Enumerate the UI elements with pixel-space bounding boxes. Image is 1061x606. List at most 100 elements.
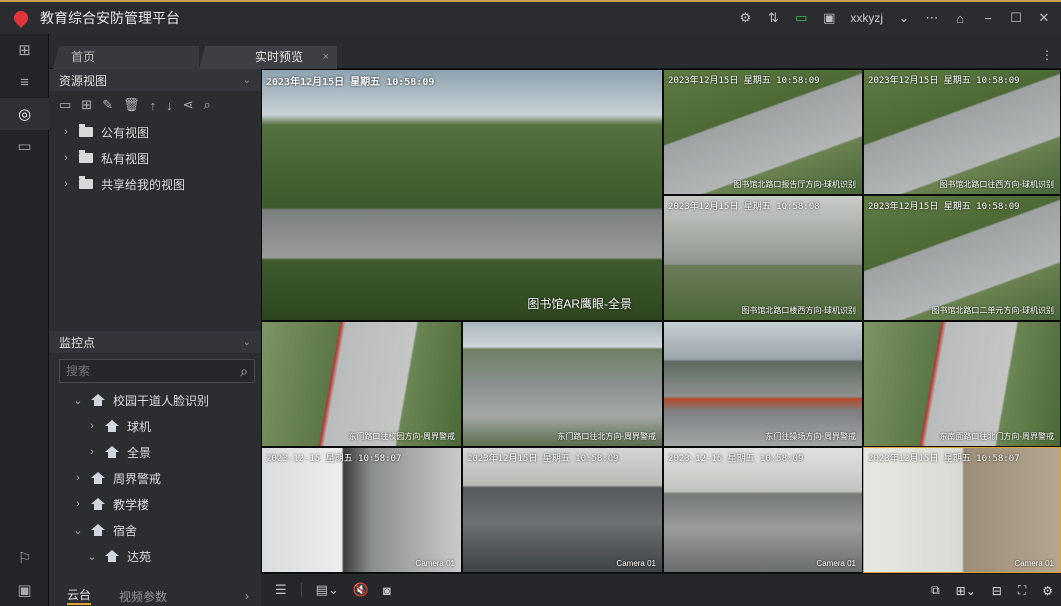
resource-view-header[interactable]: 资源视图 ⌄ — [49, 69, 261, 91]
tab-video-params[interactable]: 视频参数 — [119, 588, 167, 605]
monitor-icon[interactable]: ▭ — [794, 10, 808, 25]
maximize-icon[interactable]: ☐ — [1009, 10, 1023, 25]
snapshot-icon[interactable]: ◙ — [383, 583, 391, 598]
live-view-icon[interactable]: ◎ — [0, 98, 49, 130]
edit-icon[interactable]: ✎ — [102, 97, 113, 113]
video-caption: 图书馆北路口楼西方向-球机识别 — [741, 306, 856, 315]
move-up-icon[interactable]: ↑ — [150, 98, 157, 113]
video-tile[interactable]: 2023-12-15 星期五 10:58:09 Camera 01 — [663, 447, 863, 573]
video-tile-main[interactable]: 2023年12月15日 星期五 10:58:09 图书馆AR鹰眼-全景 — [261, 69, 663, 321]
video-tile[interactable]: 2023年12月15日 星期五 10:58:09 图书馆北路口往西方向-球机识别 — [863, 69, 1061, 195]
tree-item-label: 共享给我的视图 — [101, 177, 186, 192]
username[interactable]: xxkyzj — [850, 11, 883, 25]
tree-item-label: 公有视图 — [101, 125, 150, 140]
video-timestamp: 2023年12月15日 星期五 10:58:09 — [467, 454, 619, 464]
settings-icon[interactable]: ⚙ — [738, 10, 752, 25]
search-input[interactable] — [66, 364, 216, 378]
chevron-right-icon[interactable]: › — [87, 420, 97, 432]
video-caption: 图书馆AR鹰眼-全景 — [527, 297, 632, 311]
video-caption: Camera 01 — [1014, 559, 1054, 568]
add-group-icon[interactable]: ⊞ — [81, 97, 92, 113]
grid-layout-icon[interactable]: ⊟ — [992, 584, 1002, 598]
add-view-icon[interactable]: ▭ — [59, 97, 71, 113]
video-timestamp: 2023年12月15日 星期五 10:58:09 — [868, 76, 1020, 86]
settings-icon[interactable]: ⚙ — [1042, 584, 1053, 598]
tab-home[interactable]: 首页 — [53, 46, 199, 69]
more-icon[interactable]: ⋯ — [925, 10, 939, 25]
user-dropdown-icon[interactable]: ⌄ — [897, 10, 911, 25]
tree-item-panorama[interactable]: › 全景 — [49, 439, 261, 465]
video-tile[interactable]: 东南面路口往北门方向-周界警戒 — [863, 321, 1061, 447]
chevron-right-icon[interactable]: › — [61, 152, 71, 164]
chevron-right-icon[interactable]: › — [73, 498, 83, 510]
nav-rail: ⊞ ≡ ◎ ▭ ⚐ ▣ — [0, 34, 49, 606]
video-tile[interactable]: 2023年12月15日 星期五 10:58:08 图书馆北路口楼西方向-球机识别 — [663, 195, 863, 321]
tree-item-shared-view[interactable]: › 共享给我的视图 — [61, 171, 261, 197]
monitor-points-header[interactable]: 监控点 ⌄ — [49, 331, 261, 353]
chevron-down-icon[interactable]: ⌄ — [87, 550, 97, 563]
save-dropdown-icon[interactable]: ▤⌄ — [316, 582, 339, 598]
video-tile[interactable]: 2023年12月15日 星期五 10:58:09 Camera 01 — [462, 447, 663, 573]
list-toggle-icon[interactable]: ☰ — [275, 582, 287, 598]
resource-view-panel: 资源视图 ⌄ ▭ ⊞ ✎ 🗑 ↑ ↓ ⋖ ⌕ › 公有视图 › 私有视图 › 共… — [49, 69, 261, 331]
alarm-icon[interactable]: ▣ — [822, 10, 836, 25]
region-icon — [91, 394, 105, 406]
tab-more-icon[interactable]: ⋮ — [1041, 48, 1053, 62]
bottom-panel-tabs: 云台 视频参数 › — [49, 586, 261, 606]
tree-item-label: 宿舍 — [113, 523, 138, 538]
close-icon[interactable]: ✕ — [1037, 10, 1051, 25]
chevron-down-icon[interactable]: ⌄ — [243, 75, 251, 86]
share-icon[interactable]: ⋖ — [183, 97, 194, 113]
chevron-down-icon[interactable]: ⌄ — [73, 524, 83, 537]
alarm-flag-icon[interactable]: ⚐ — [0, 542, 49, 574]
video-tile[interactable]: 东门路口往北方向-周界警戒 — [462, 321, 663, 447]
chevron-right-icon[interactable]: › — [87, 446, 97, 458]
chevron-right-icon[interactable]: › — [61, 126, 71, 138]
video-tile[interactable]: 2023-12-15 星期五 10:58:07 Camera 01 — [261, 447, 462, 573]
video-caption: 图书馆北路口往西方向-球机识别 — [939, 180, 1054, 189]
sort-icon[interactable]: ⇅ — [766, 10, 780, 25]
chevron-right-icon[interactable]: › — [73, 472, 83, 484]
preview-control-bar: ☰ ▤⌄ 🔇 ◙ ⧉ ⊞⌄ ⊟ ⛶ ⚙ — [261, 573, 1061, 606]
monitor-points-panel: 监控点 ⌄ ⌕ ⌄ 校园干道人脸识别 › 球机 › 全景 › 周界警戒 › — [49, 331, 261, 586]
tab-ptz[interactable]: 云台 — [67, 587, 92, 605]
delete-icon[interactable]: 🗑 — [123, 97, 140, 113]
mute-icon[interactable]: 🔇 — [353, 582, 369, 598]
menu-icon[interactable]: ≡ — [0, 66, 49, 98]
apps-grid-icon[interactable]: ⊞ — [0, 34, 49, 66]
tab-close-icon[interactable]: × — [323, 46, 329, 69]
video-tile[interactable]: 2023年12月15日 星期五 10:58:09 图书馆北路口二单元方向-球机识… — [863, 195, 1061, 321]
video-tile[interactable]: 东门往操场方向-周界警戒 — [663, 321, 863, 447]
tree-item-public-view[interactable]: › 公有视图 — [61, 119, 261, 145]
video-tile[interactable]: 2023年12月15日 星期五 10:58:09 图书馆北路口报告厅方向-球机识… — [663, 69, 863, 195]
layout-dropdown-icon[interactable]: ⊞⌄ — [956, 584, 976, 598]
video-timestamp: 2023年12月15日 星期五 10:58:09 — [668, 76, 820, 86]
window-mode-icon[interactable]: ⧉ — [931, 583, 940, 598]
chevron-right-icon[interactable]: › — [245, 589, 249, 603]
chevron-right-icon[interactable]: › — [61, 178, 71, 190]
tab-live-preview[interactable]: 实时预览 × — [199, 46, 337, 69]
move-down-icon[interactable]: ↓ — [166, 98, 173, 113]
video-timestamp: 2023-12-15 星期五 10:58:09 — [668, 454, 804, 464]
video-tile[interactable]: 东门路口往校园方向-周界警戒 — [261, 321, 462, 447]
search-icon[interactable]: ⌕ — [204, 97, 211, 113]
tree-item-dayuan[interactable]: ⌄ 达苑 — [49, 543, 261, 569]
tree-item-dome[interactable]: › 球机 — [49, 413, 261, 439]
playback-icon[interactable]: ▭ — [0, 130, 49, 162]
video-tile-selected[interactable]: 2023年12月15日 星期五 10:58:07 Camera 01 — [863, 447, 1061, 573]
minimize-icon[interactable]: − — [981, 11, 995, 26]
monitor-search-box: ⌕ — [59, 359, 255, 383]
tree-item-private-view[interactable]: › 私有视图 — [61, 145, 261, 171]
region-icon — [91, 472, 105, 484]
tree-item-dorm[interactable]: ⌄ 宿舍 — [49, 517, 261, 543]
chevron-down-icon[interactable]: ⌄ — [73, 394, 83, 407]
chevron-down-icon[interactable]: ⌄ — [243, 337, 251, 348]
tree-item-campus-face[interactable]: ⌄ 校园干道人脸识别 — [49, 387, 261, 413]
search-icon[interactable]: ⌕ — [240, 363, 248, 380]
tree-item-perimeter[interactable]: › 周界警戒 — [49, 465, 261, 491]
video-caption: 东南面路口往北门方向-周界警戒 — [939, 432, 1054, 441]
lock-icon[interactable]: ⌂ — [953, 11, 967, 26]
device-icon[interactable]: ▣ — [0, 574, 49, 606]
tree-item-teaching[interactable]: › 教学楼 — [49, 491, 261, 517]
fullscreen-icon[interactable]: ⛶ — [1018, 583, 1026, 598]
